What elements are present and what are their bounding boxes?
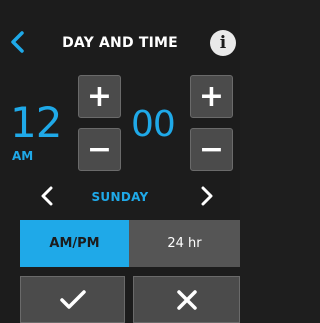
info-icon: i	[219, 33, 227, 53]
hour-decrease-button[interactable]: −	[78, 128, 121, 171]
hour-increase-button[interactable]: +	[78, 75, 121, 118]
checkmark-icon	[59, 289, 86, 309]
hour-value: 12	[10, 98, 62, 147]
page-title: DAY AND TIME	[62, 35, 178, 51]
plus-icon: +	[198, 79, 225, 114]
minus-icon: −	[86, 132, 113, 167]
period-value: AM	[12, 149, 34, 163]
minute-decrease-button[interactable]: −	[190, 128, 233, 171]
minus-icon: −	[198, 132, 225, 167]
format-ampm-button[interactable]: AM/PM	[20, 220, 129, 267]
info-button[interactable]: i	[210, 30, 236, 56]
minute-increase-button[interactable]: +	[190, 75, 233, 118]
cancel-button[interactable]	[133, 276, 240, 323]
confirm-button[interactable]	[20, 276, 125, 323]
close-icon	[176, 289, 197, 310]
chevron-right-icon	[201, 186, 213, 206]
plus-icon: +	[86, 79, 113, 114]
next-day-button[interactable]	[194, 183, 220, 209]
format-24hr-button[interactable]: 24 hr	[129, 220, 240, 267]
minute-value: 00	[131, 104, 176, 145]
day-and-time-screen: DAY AND TIME i + 12 AM − + 00 − SUNDAY A…	[0, 0, 240, 323]
